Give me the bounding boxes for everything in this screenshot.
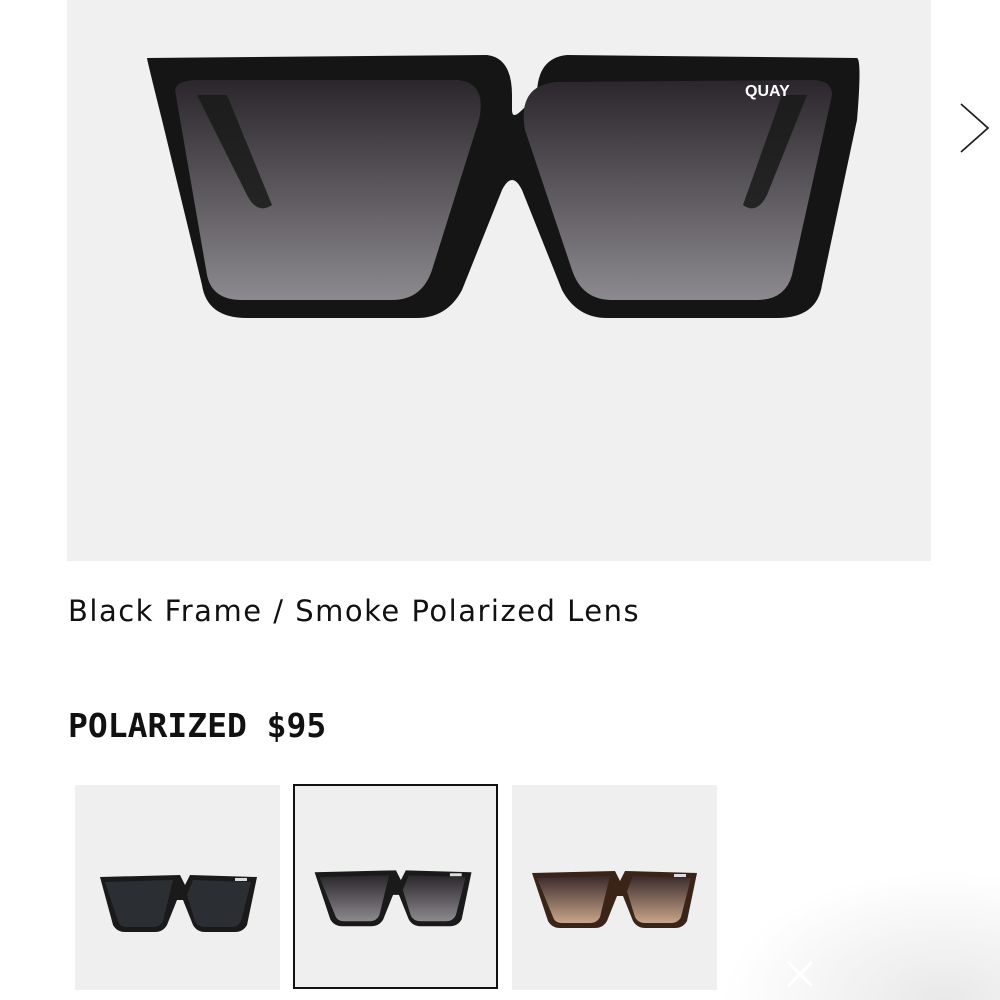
- close-button[interactable]: [783, 957, 817, 991]
- swatch-tortoise-brown[interactable]: [512, 785, 717, 990]
- swatch-black-smoke[interactable]: [75, 785, 280, 990]
- product-main-image[interactable]: QUAY: [67, 0, 931, 561]
- sunglasses-illustration: QUAY: [147, 55, 860, 318]
- sunglasses-thumbnail: [314, 870, 472, 927]
- close-icon: [786, 960, 814, 988]
- variant-title: Black Frame / Smoke Polarized Lens: [68, 594, 641, 628]
- swatch-black-smoke-polarized-selected[interactable]: [293, 784, 498, 989]
- next-image-button[interactable]: [952, 98, 996, 158]
- sunglasses-thumbnail: [532, 871, 697, 928]
- chevron-right-icon: [960, 103, 990, 153]
- brand-logo-text: QUAY: [745, 83, 790, 100]
- sunglasses-thumbnail: [100, 875, 257, 932]
- price-label: POLARIZED $95: [68, 706, 327, 745]
- overlay-shadow: [720, 870, 1000, 1000]
